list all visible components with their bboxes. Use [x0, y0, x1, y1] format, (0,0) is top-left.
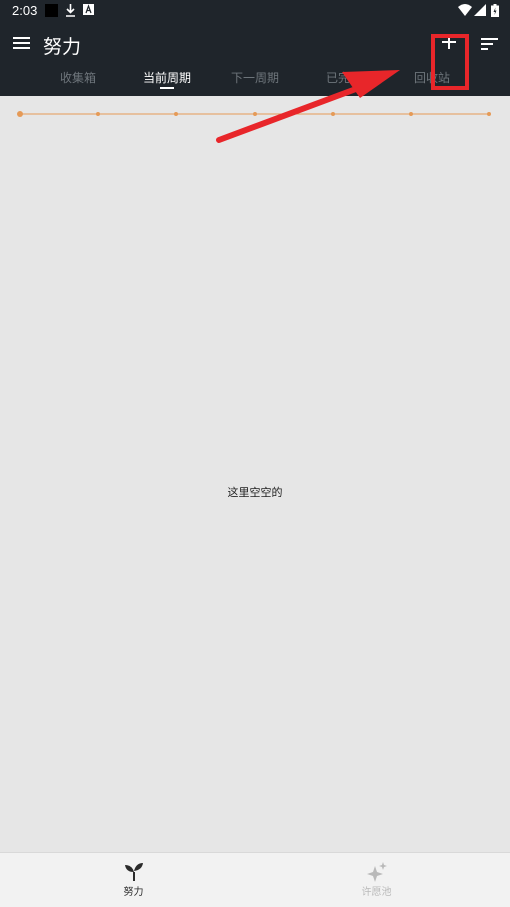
timeline-point: [174, 112, 178, 116]
sort-icon[interactable]: [480, 34, 500, 52]
tab-next-cycle[interactable]: 下一周期: [231, 69, 279, 86]
nav-label-effort: 努力: [123, 887, 144, 898]
status-bar: 2:03: [0, 0, 510, 22]
wifi-icon: [458, 4, 472, 16]
download-icon: [66, 4, 75, 17]
status-time: 2:03: [12, 3, 38, 18]
app-bar: 努力 收集箱 当前周期 下一周期 已完成 回收站: [0, 22, 510, 96]
signal-icon: [474, 4, 486, 16]
timeline-point: [487, 112, 491, 116]
notification-square-icon: [45, 4, 58, 17]
sprout-icon: [125, 863, 143, 881]
nav-label-wish-pool: 许愿池: [361, 887, 392, 898]
tab-inbox[interactable]: 收集箱: [60, 69, 96, 86]
cycle-timeline: [17, 111, 491, 117]
timeline-point: [96, 112, 100, 116]
tab-completed[interactable]: 已完成: [326, 69, 362, 86]
annotation-highlight-box: [431, 34, 469, 90]
timeline-current-point: [17, 111, 23, 117]
a-box-icon: [83, 4, 94, 15]
nav-item-wish-pool[interactable]: 许愿池: [249, 853, 504, 907]
active-tab-indicator: [160, 87, 174, 89]
bottom-nav: 努力 许愿池: [0, 852, 510, 907]
menu-icon[interactable]: [12, 34, 32, 52]
timeline-point: [253, 112, 257, 116]
nav-item-effort[interactable]: 努力: [6, 853, 261, 907]
battery-icon: [491, 4, 499, 17]
empty-state-text: 这里空空的: [227, 486, 283, 499]
page-title: 努力: [43, 36, 82, 58]
timeline-point: [331, 112, 335, 116]
tab-current-cycle[interactable]: 当前周期: [143, 69, 191, 86]
annotation-arrow: [216, 70, 400, 143]
sparkle-icon: [367, 862, 387, 882]
timeline-point: [409, 112, 413, 116]
